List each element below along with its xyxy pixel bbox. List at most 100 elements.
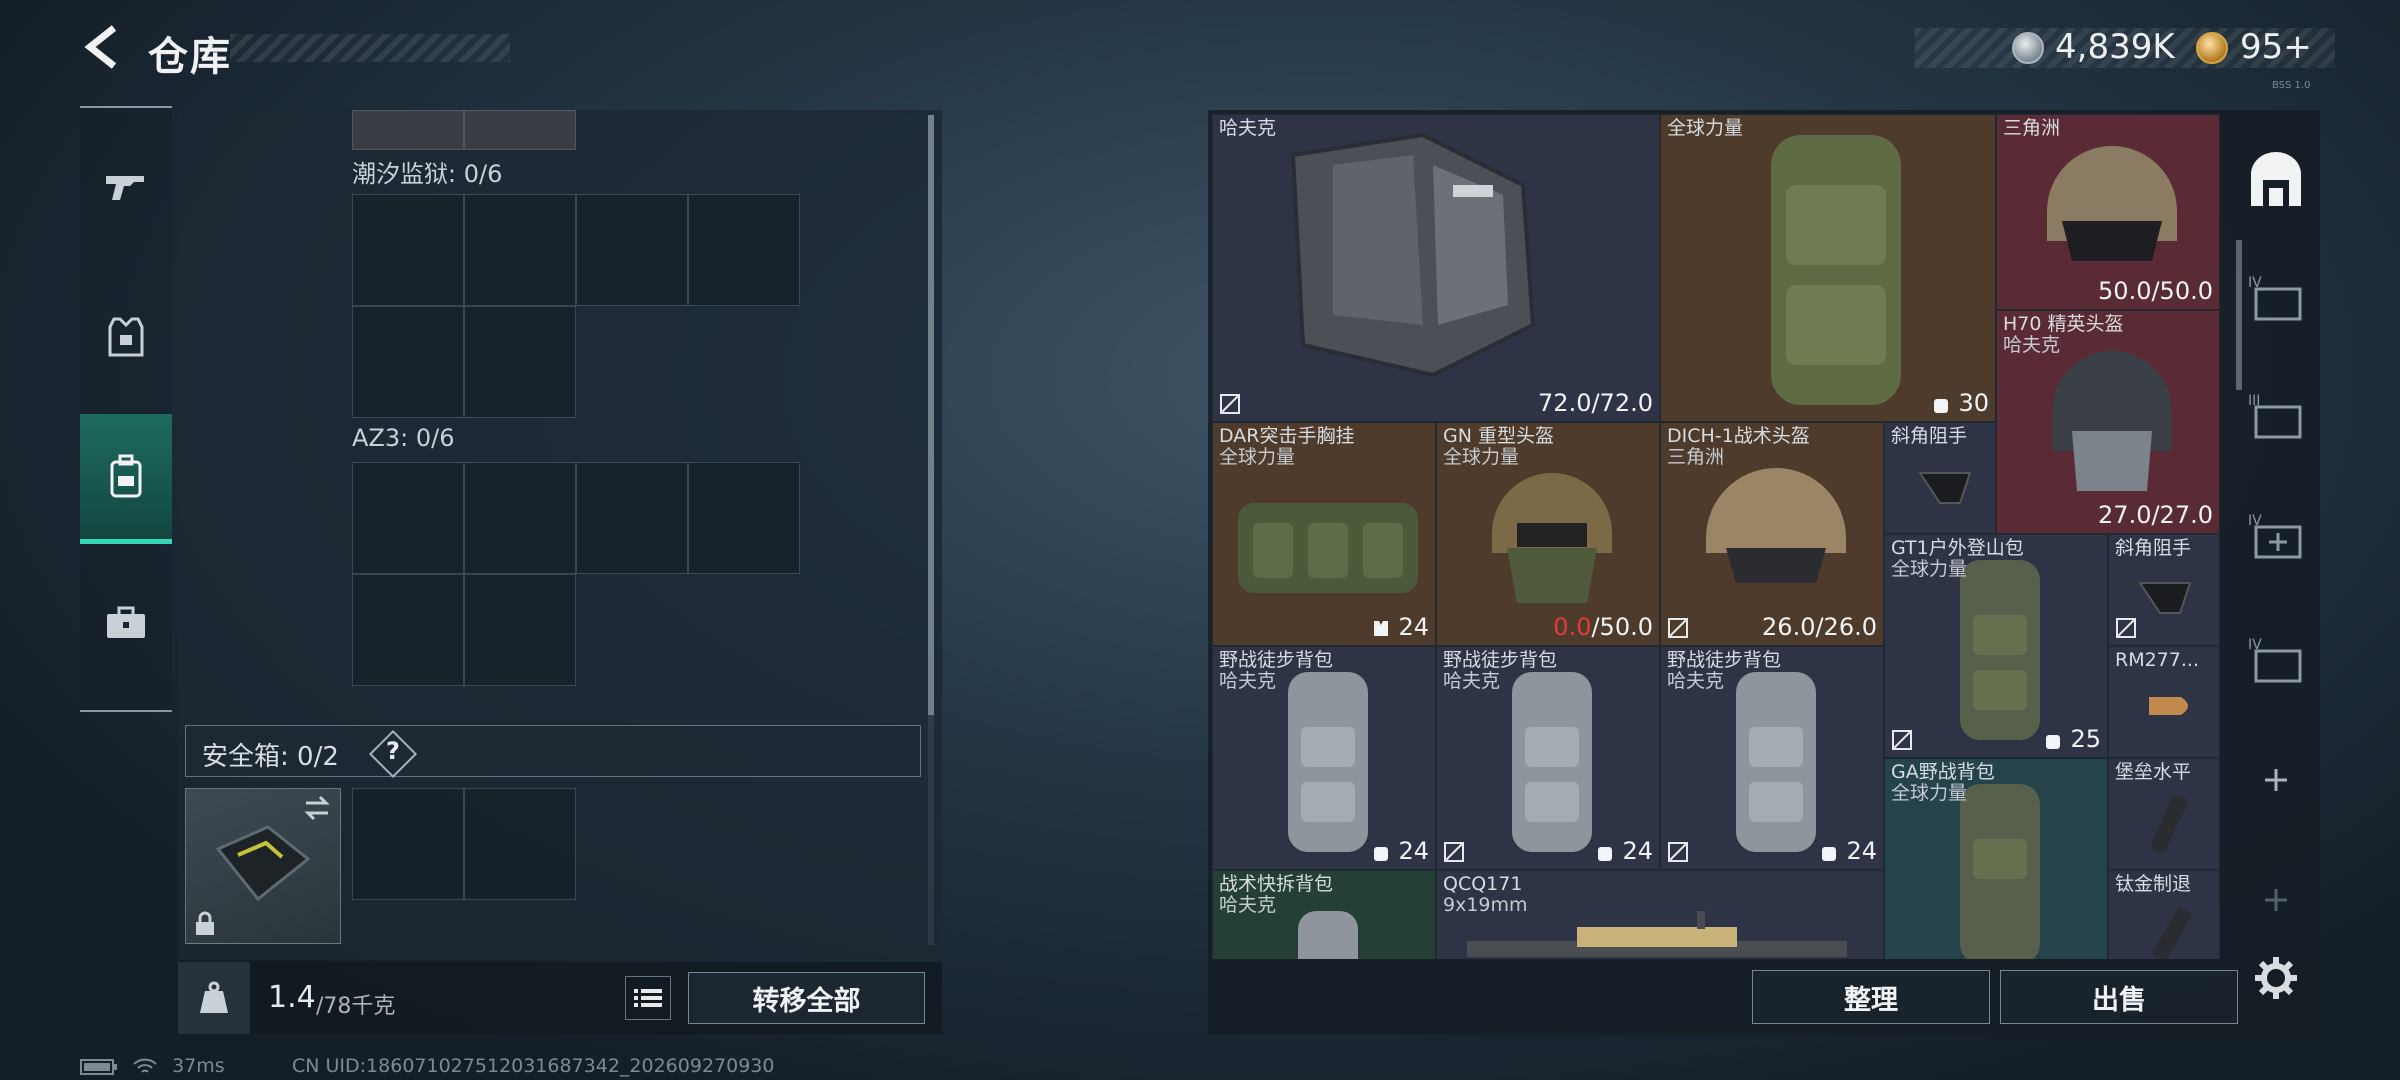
- grid-cell[interactable]: [576, 462, 688, 574]
- partial-cell[interactable]: [352, 110, 464, 150]
- nav-items[interactable]: [80, 558, 172, 688]
- armor-vest-icon: [1290, 132, 1536, 378]
- bag-capacity-icon: [1933, 399, 1948, 413]
- inventory-item-backpack[interactable]: 野战徒步背包 哈夫克 24: [1212, 646, 1436, 870]
- item-name: RM277...: [2115, 649, 2199, 671]
- item-durability: 72.0/72.0: [1538, 389, 1653, 417]
- list-view-button[interactable]: [625, 976, 671, 1020]
- backpack-icon: [110, 454, 142, 497]
- item-capacity: 24: [1371, 837, 1429, 865]
- safebox-item[interactable]: [185, 788, 341, 944]
- insured-icon: [2116, 618, 2136, 638]
- grid-cell[interactable]: [352, 462, 464, 574]
- inventory-item-ammo[interactable]: RM277...: [2108, 646, 2220, 758]
- swap-icon[interactable]: [302, 795, 332, 821]
- grid-cell[interactable]: [464, 462, 576, 574]
- safebox-slot[interactable]: [464, 788, 576, 900]
- inventory-item-helmet[interactable]: GN 重型头盔 全球力量 0.0/50.0: [1436, 422, 1660, 646]
- grid-cell[interactable]: [464, 306, 576, 418]
- left-scrollbar-thumb[interactable]: [928, 115, 934, 715]
- safebox-slot[interactable]: [352, 788, 464, 900]
- inventory-item-backpack[interactable]: 全球力量 30: [1660, 114, 1996, 422]
- item-faction: 全球力量: [1219, 446, 1296, 468]
- inventory-item-attachment[interactable]: 钛金制退: [2108, 870, 2220, 959]
- tab-tier-3[interactable]: III: [2240, 380, 2312, 452]
- item-name: 全球力量: [1667, 117, 1744, 139]
- item-name: 野战徒步背包: [1443, 649, 1558, 671]
- gold-coin-icon: [2196, 32, 2228, 64]
- item-faction: 全球力量: [1891, 782, 1968, 804]
- insured-icon: [1220, 394, 1240, 414]
- safebox-label: 安全箱: 0/2: [202, 742, 339, 772]
- gold-coin-amount[interactable]: 95+: [2240, 27, 2312, 67]
- inventory-item-backpack[interactable]: 野战徒步背包 哈夫克 24: [1660, 646, 1884, 870]
- inventory-item-chest-rig[interactable]: DAR突击手胸挂 全球力量 24: [1212, 422, 1436, 646]
- item-caliber: 9x19mm: [1443, 894, 1528, 916]
- status-bar: 37ms: [80, 1055, 225, 1077]
- grid-cell[interactable]: [464, 574, 576, 686]
- helmet-icon: [1706, 468, 1846, 583]
- transfer-all-button[interactable]: 转移全部: [688, 972, 925, 1024]
- add-tab-button[interactable]: [2240, 744, 2312, 816]
- storage-tier-icon: III: [2248, 393, 2302, 439]
- item-name: QCQ171: [1443, 873, 1523, 895]
- tab-tier-4-a[interactable]: IV: [2240, 262, 2312, 334]
- silver-coin-amount[interactable]: 4,839K: [2055, 27, 2175, 67]
- item-capacity: 25: [2043, 725, 2101, 753]
- weight-max: /78千克: [316, 994, 396, 1019]
- settings-button[interactable]: [2240, 942, 2312, 1014]
- backpack-item-icon: [1298, 911, 1358, 959]
- inventory-item-grip[interactable]: 斜角阻手: [2108, 534, 2220, 646]
- storage-tier-icon: IV: [2248, 275, 2302, 321]
- item-name: DICH-1战术头盔: [1667, 425, 1810, 447]
- item-capacity: 24: [1595, 837, 1653, 865]
- back-arrow-icon[interactable]: [78, 22, 128, 72]
- grid-cell[interactable]: [464, 194, 576, 306]
- plus-icon: [2265, 769, 2287, 791]
- left-nav: [80, 106, 172, 712]
- sell-button[interactable]: 出售: [2000, 970, 2238, 1024]
- item-name: 斜角阻手: [1891, 425, 1968, 447]
- backpack-item-icon: [1512, 672, 1592, 852]
- tab-tier-4-c[interactable]: IV: [2240, 624, 2312, 696]
- partial-cell[interactable]: [464, 110, 576, 150]
- item-faction: 哈夫克: [2003, 334, 2061, 356]
- inventory-item-backpack[interactable]: GA野战背包 全球力量: [1884, 758, 2108, 959]
- item-name: 斜角阻手: [2115, 537, 2192, 559]
- sort-button[interactable]: 整理: [1752, 970, 1990, 1024]
- item-durability: 26.0/26.0: [1762, 613, 1877, 641]
- list-icon: [634, 989, 662, 1007]
- bag-capacity-icon: [2045, 735, 2060, 749]
- inventory-item-vest[interactable]: 哈夫克 72.0/72.0: [1212, 114, 1660, 422]
- help-question-mark[interactable]: ?: [378, 737, 408, 771]
- nav-equipment[interactable]: [80, 272, 172, 402]
- item-faction: 三角洲: [1667, 446, 1725, 468]
- insured-icon: [1668, 842, 1688, 862]
- inventory-item-backpack[interactable]: 野战徒步背包 哈夫克 24: [1436, 646, 1660, 870]
- grid-cell[interactable]: [352, 306, 464, 418]
- inventory-item-helmet[interactable]: H70 精英头盔 哈夫克 27.0/27.0: [1996, 310, 2220, 534]
- grid-cell[interactable]: [688, 194, 800, 306]
- nav-backpack[interactable]: [80, 414, 172, 544]
- grid-cell[interactable]: [352, 574, 464, 686]
- grid-cell[interactable]: [688, 462, 800, 574]
- nav-weapons[interactable]: [80, 122, 172, 252]
- warehouse-tab[interactable]: [2240, 144, 2312, 216]
- bag-capacity-icon: [1821, 847, 1836, 861]
- inventory-item-backpack[interactable]: 战术快拆背包 哈夫克: [1212, 870, 1436, 959]
- grid-cell[interactable]: [352, 194, 464, 306]
- helmet-icon: [2052, 351, 2172, 491]
- inventory-item-grip[interactable]: 斜角阻手: [1884, 422, 1996, 534]
- add-tab-button-disabled[interactable]: [2240, 864, 2312, 936]
- inventory-item-backpack[interactable]: GT1户外登山包 全球力量 25: [1884, 534, 2108, 758]
- plus-icon: [2265, 889, 2287, 911]
- inventory-item-attachment[interactable]: 堡垒水平: [2108, 758, 2220, 870]
- tab-tier-4-b[interactable]: IV: [2240, 500, 2312, 572]
- grid-cell[interactable]: [576, 194, 688, 306]
- inventory-item-helmet[interactable]: 三角洲 50.0/50.0: [1996, 114, 2220, 310]
- grip-icon: [2138, 582, 2192, 614]
- build-tag: BSS 1.0: [2272, 80, 2311, 91]
- inventory-item-weapon[interactable]: QCQ171 9x19mm: [1436, 870, 1884, 959]
- inventory-item-helmet[interactable]: DICH-1战术头盔 三角洲 26.0/26.0: [1660, 422, 1884, 646]
- warehouse-icon: [2251, 152, 2301, 206]
